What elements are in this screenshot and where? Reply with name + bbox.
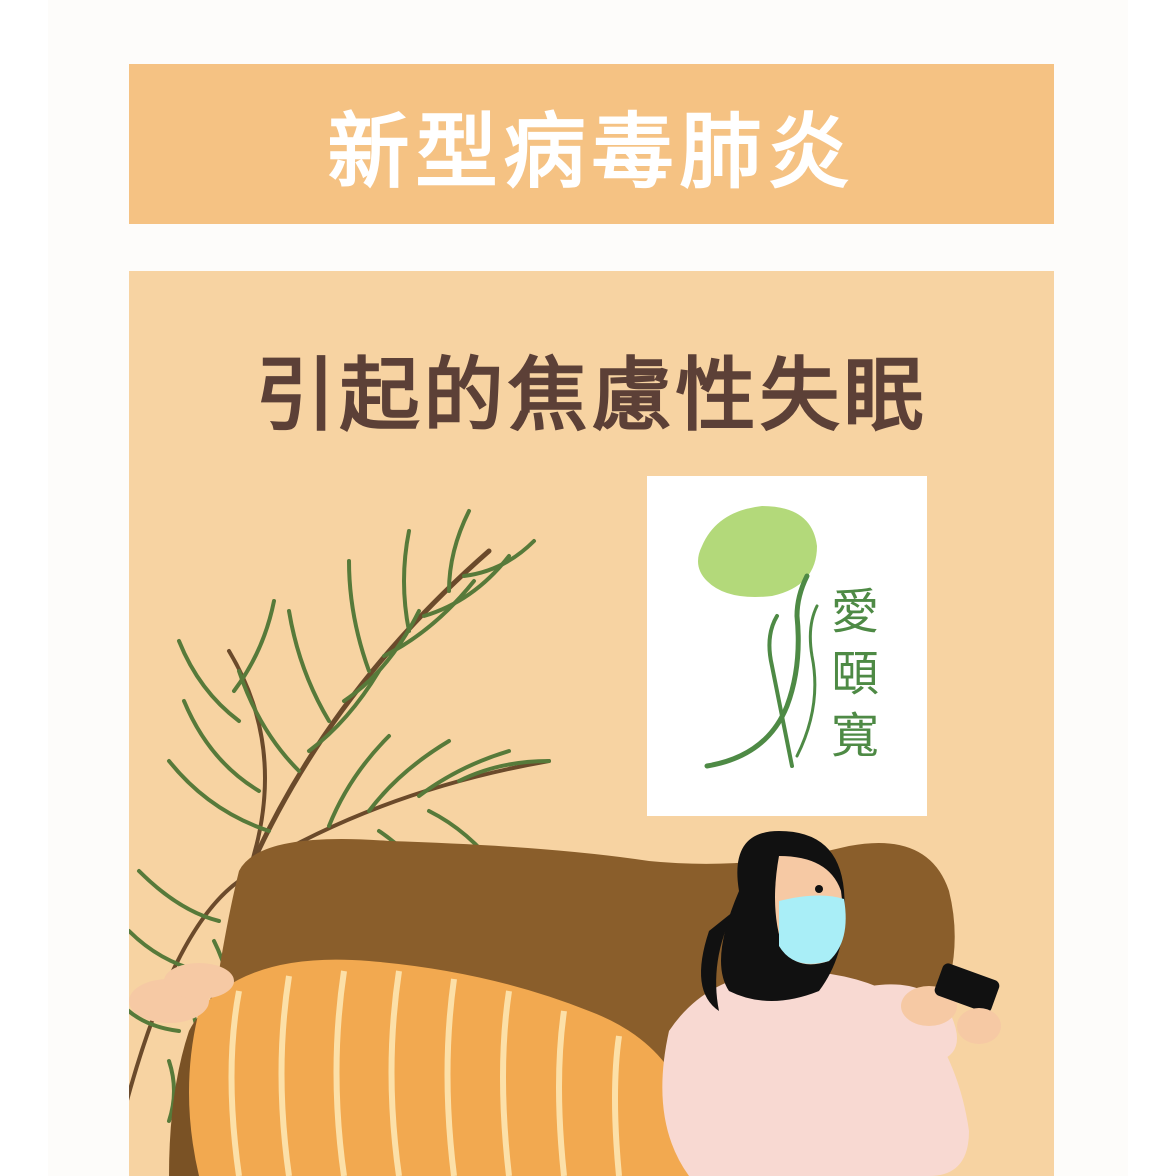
logo-card: 愛 頤 寬 xyxy=(647,476,927,816)
logo-char: 寬 xyxy=(830,708,879,764)
logo-emblem-icon xyxy=(698,506,819,769)
logo-char: 頤 xyxy=(830,646,879,702)
illustration-panel: 引起的焦慮性失眠 愛 頤 寬 xyxy=(129,271,1054,1176)
title-banner: 新型病毒肺炎 xyxy=(129,64,1054,224)
page-title: 新型病毒肺炎 xyxy=(327,104,856,200)
logo-text: 愛 頤 寬 xyxy=(825,581,885,767)
logo-char: 愛 xyxy=(830,584,879,640)
